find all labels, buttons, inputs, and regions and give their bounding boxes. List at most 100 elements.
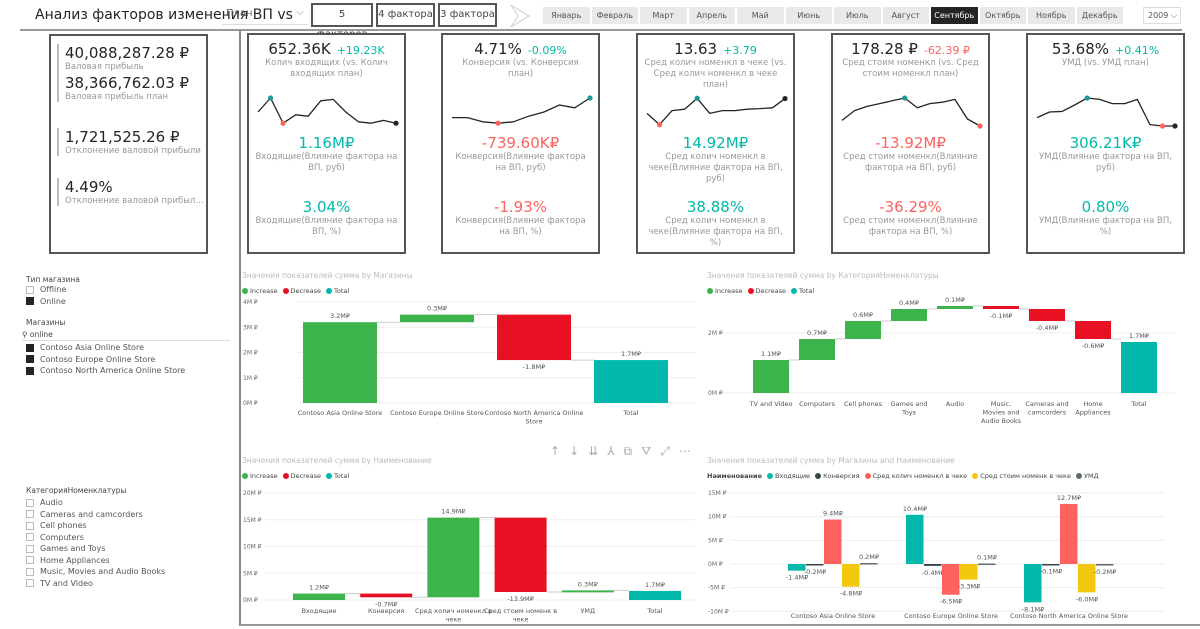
three-factors-button[interactable]: 3 фактора (438, 3, 497, 27)
kpi-label: Сред колич номенкл в чеке (vs. Сред коли… (644, 58, 787, 90)
data-label: 0.2M₽ (859, 553, 879, 561)
compare-dropdown[interactable]: План ⌵ (222, 5, 308, 25)
slicer-item[interactable]: Cameras and camcorders (26, 509, 165, 521)
month-button[interactable]: Сентябрь (931, 7, 978, 24)
checkbox[interactable] (26, 556, 34, 565)
month-button[interactable]: Январь (543, 7, 590, 24)
slicer-item[interactable]: Games and Toys (26, 543, 165, 555)
sparkline (841, 95, 983, 129)
kpi-label: Отклонение валовой прибыли... (65, 196, 205, 206)
sparkline (646, 95, 788, 128)
kpi-value: 53.68% (1051, 40, 1110, 58)
y-tick-label: 1M ₽ (243, 375, 258, 382)
slicer-item[interactable]: Online (26, 296, 226, 308)
month-button[interactable]: Февраль (591, 7, 638, 24)
checkbox[interactable] (26, 521, 34, 530)
category-label: Cameras and camcorders (1025, 400, 1068, 417)
kpi-label: Отклонение валовой прибыли (65, 146, 201, 156)
search-value: online (29, 330, 53, 339)
kpi-value: 4.71% (474, 40, 522, 58)
data-label: 0.1M₽ (977, 554, 997, 562)
month-button[interactable]: Июль (834, 7, 881, 24)
data-label: 3.2M₽ (330, 312, 350, 320)
slicer-item[interactable]: Music, Movies and Audio Books (26, 566, 165, 578)
checkbox[interactable] (26, 567, 34, 576)
sparkline-max-point (586, 95, 593, 101)
checkbox[interactable] (26, 355, 34, 364)
slicer-item[interactable]: Audio (26, 497, 165, 509)
slicer-item[interactable]: TV and Video (26, 578, 165, 590)
checkbox[interactable] (26, 544, 34, 553)
slicer-item-label: TV and Video (40, 578, 93, 588)
checkbox[interactable] (26, 285, 34, 294)
chevron-logo-icon (510, 4, 530, 28)
sparkline-min-point (494, 120, 501, 126)
kpi-label: УМД (vs. УМД план) (1062, 58, 1149, 68)
slicer-title: Тип магазина (26, 275, 80, 284)
sparkline-min-point (1159, 123, 1165, 129)
factor-kpi-card: 178.28 ₽ -62.39 ₽ Сред стоим номенкл (vs. … (831, 33, 990, 254)
year-value: 2009 (1148, 11, 1169, 20)
month-button[interactable]: Август (882, 7, 929, 24)
checkbox[interactable] (26, 533, 34, 542)
checkbox[interactable] (26, 579, 34, 588)
sparkline-max-point (1084, 95, 1090, 101)
impact-rub-value: 1.16M₽ (298, 134, 355, 152)
data-label: 0.6M₽ (853, 311, 873, 319)
factor-kpi-card: 53.68% +0.41% УМД (vs. УМД план) 306.21K₽ УМ… (1026, 33, 1185, 254)
stores-slicer-title: Магазины (26, 318, 66, 327)
stores-search-input[interactable]: ⚲ online (22, 330, 230, 341)
slicer-item[interactable]: Home Appliances (26, 555, 165, 567)
slicer-item[interactable]: Contoso Europe Online Store (26, 354, 185, 366)
kpi-value-row: 178.28 ₽ -62.39 ₽ (833, 40, 988, 58)
category-label: Contoso North America Online Store (485, 409, 584, 426)
impact-pct-label: Входящие(Влияние фактора на ВП, %) (255, 216, 398, 237)
kpi-delta: +3.79 (723, 44, 757, 57)
category-label: УМД (580, 607, 595, 615)
data-label: 1.7M₽ (621, 350, 641, 358)
slicer-item[interactable]: Computers (26, 532, 165, 544)
impact-rub-label: Входящие(Влияние фактора на ВП, руб) (255, 152, 398, 173)
slicer-item[interactable]: Cell phones (26, 520, 165, 532)
sparkline (451, 95, 593, 126)
data-label: 0.1M₽ (945, 296, 965, 304)
year-dropdown[interactable]: 2009 ⌵ (1143, 7, 1181, 24)
kpi-delta: +0.41% (1115, 44, 1160, 57)
checkbox[interactable] (26, 510, 34, 519)
category-label: Computers (799, 400, 835, 408)
month-button[interactable]: Декабрь (1076, 7, 1123, 24)
impact-rub-label: УМД(Влияние фактора на ВП, руб) (1039, 152, 1172, 173)
kpi-value-row: 53.68% +0.41% (1028, 40, 1183, 58)
data-label: -6.5M₽ (940, 598, 962, 606)
series-bar (806, 564, 824, 566)
month-button[interactable]: Март (640, 7, 687, 24)
gross-profit-deviation-kpi: 1,721,525.26 ₽ Отклонение валовой прибыли (57, 128, 205, 156)
checkbox[interactable] (26, 498, 34, 507)
checkbox[interactable] (26, 343, 34, 352)
month-slicer: Январь Февраль Март Апрель Май Июнь Июль Август… (543, 7, 1123, 24)
checkbox[interactable] (26, 297, 34, 306)
slicer-item[interactable]: Contoso North America Online Store (26, 365, 185, 377)
slicer-item[interactable]: Offline (26, 284, 226, 296)
month-button[interactable]: Июнь (785, 7, 832, 24)
slicer-item[interactable]: Contoso Asia Online Store (26, 342, 185, 354)
increase-bar (303, 322, 377, 403)
sparkline-max-point (901, 95, 907, 101)
month-button[interactable]: Ноябрь (1028, 7, 1075, 24)
month-button[interactable]: Апрель (688, 7, 735, 24)
factor-kpi-card: 4.71% -0.09% Конверсия (vs. Конверсия план… (441, 33, 600, 254)
five-factors-button[interactable]: 5 факторов (311, 3, 373, 40)
impact-pct-label: Сред колич номенкл в чеке(Влияние фактор… (648, 216, 783, 248)
data-label: -13.9M₽ (507, 595, 534, 603)
slicer-item-label: Online (40, 296, 66, 306)
category-label: Конверсия (368, 607, 405, 615)
y-tick-label: 20M ₽ (243, 490, 262, 497)
slicer-item-label: Cell phones (40, 521, 87, 531)
increase-bar (753, 360, 789, 393)
checkbox[interactable] (26, 366, 34, 375)
data-label: 9.4M₽ (823, 510, 843, 518)
four-factors-button[interactable]: 4 фактора (376, 3, 435, 27)
month-button[interactable]: Октябрь (979, 7, 1026, 24)
month-button[interactable]: Май (737, 7, 784, 24)
slicer-item-label: Offline (40, 285, 67, 295)
